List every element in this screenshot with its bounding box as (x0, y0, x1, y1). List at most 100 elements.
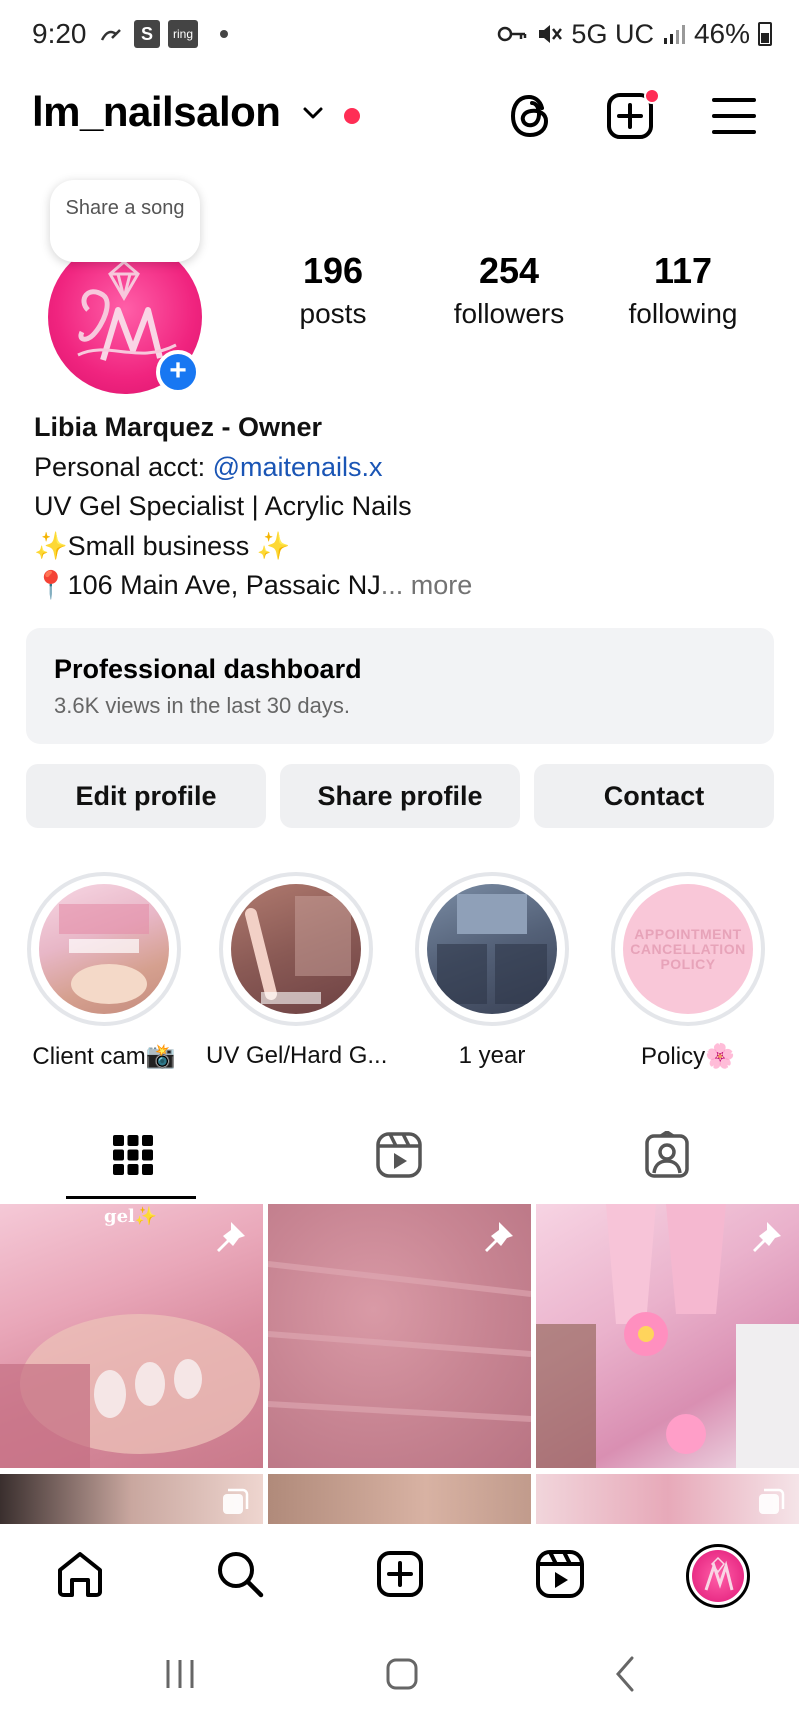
bio-more-link[interactable]: ... more (381, 570, 473, 600)
reels-icon[interactable] (534, 1548, 586, 1600)
status-system-icons: 5G UC 46% (497, 18, 772, 50)
bio-address-text: 📍106 Main Ave, Passaic NJ (34, 570, 381, 600)
pin-icon (485, 1222, 513, 1252)
dashboard-title: Professional dashboard (54, 654, 362, 684)
bio-specialty: UV Gel Specialist | Acrylic Nails (34, 491, 412, 521)
bio-display-name: Libia Marquez - Owner (34, 412, 323, 442)
post-caption-text: gel✨ (104, 1206, 158, 1227)
post-thumbnail[interactable] (536, 1474, 799, 1524)
professional-dashboard[interactable]: Professional dashboard 3.6K views in the… (26, 628, 774, 744)
profile-header: lm_nailsalon (0, 80, 800, 150)
followers-count[interactable]: 254 followers (424, 250, 594, 330)
highlight-label: 1 year (458, 1042, 526, 1069)
anniversary-photo-icon (437, 894, 547, 1004)
share-song-bubble[interactable]: Share a song (50, 180, 200, 262)
carousel-icon (759, 1488, 785, 1514)
s-app-icon: S (134, 20, 160, 48)
battery-percent: 46% (693, 18, 750, 49)
highlight-ring (27, 872, 181, 1026)
carousel-icon (223, 1488, 249, 1514)
followers-count-value: 254 (478, 250, 540, 291)
post-thumbnail[interactable] (268, 1204, 531, 1468)
story-highlight[interactable]: 1 year (402, 872, 582, 1070)
policy-cover-text: APPOINTMENT CANCELLATION POLICY (630, 925, 746, 972)
posts-count[interactable]: 196 posts (248, 250, 418, 330)
share-profile-button[interactable]: Share profile (280, 764, 520, 828)
bio-mention-link[interactable]: @maitenails.x (213, 452, 383, 482)
pin-icon (753, 1222, 781, 1252)
vpn-key-icon (498, 26, 527, 42)
recent-apps-icon[interactable] (158, 1652, 202, 1696)
tagged-person-icon (645, 1131, 689, 1178)
highlight-cover-image (39, 884, 169, 1014)
posts-count-label: posts (299, 298, 367, 329)
active-tab-indicator (66, 1196, 196, 1199)
battery-icon (758, 22, 772, 46)
profile-tab-avatar[interactable] (686, 1544, 750, 1608)
profile-content-tabs (0, 1110, 800, 1200)
highlight-cover-image (427, 884, 557, 1014)
story-highlight[interactable]: UV Gel/Hard G... (206, 872, 388, 1070)
status-bar: 9:20 S ring 5G UC 46% (0, 0, 800, 72)
more-notifications-dot-icon (220, 30, 228, 38)
highlight-cover-image (231, 884, 361, 1014)
following-count-label: following (628, 298, 738, 329)
chevron-down-icon[interactable] (302, 102, 324, 124)
search-icon[interactable] (214, 1548, 266, 1600)
mute-icon (539, 25, 563, 43)
following-count[interactable]: 117 following (598, 250, 768, 330)
avatar (692, 1550, 744, 1602)
tab-reels[interactable] (266, 1110, 532, 1200)
grid-icon (113, 1135, 153, 1175)
following-count-value: 117 (653, 250, 713, 291)
highlight-ring (219, 872, 373, 1026)
signal-icon (663, 25, 685, 44)
home-button-icon[interactable] (380, 1652, 424, 1696)
pin-icon (217, 1222, 245, 1252)
highlight-label: Client cam📸 (32, 1043, 176, 1070)
threads-icon[interactable] (504, 90, 556, 142)
new-post-icon[interactable] (374, 1548, 426, 1600)
username-switcher[interactable]: lm_nailsalon (32, 88, 281, 136)
post-thumbnail[interactable]: gel✨ (0, 1204, 263, 1468)
story-highlight[interactable]: APPOINTMENT CANCELLATION POLICY Policy🌸 (598, 872, 778, 1071)
back-icon[interactable] (604, 1652, 648, 1696)
system-navigation-bar (0, 1626, 800, 1716)
add-story-button[interactable]: + (156, 350, 200, 394)
contact-button[interactable]: Contact (534, 764, 774, 828)
gel-info-photo-icon (245, 896, 351, 1004)
profile-bio: Libia Marquez - Owner Personal acct: @ma… (34, 408, 774, 606)
followers-count-label: followers (453, 298, 565, 329)
ring-app-icon: ring (168, 20, 198, 48)
highlight-label: UV Gel/Hard G... (206, 1042, 388, 1069)
home-icon[interactable] (54, 1548, 106, 1600)
bio-personal-acct-label: Personal acct: (34, 451, 213, 482)
menu-icon[interactable] (708, 90, 760, 142)
account-notification-dot (344, 108, 360, 124)
call-forward-icon (100, 29, 121, 41)
highlight-cover-image: APPOINTMENT CANCELLATION POLICY (623, 884, 753, 1014)
status-time: 9:20 (32, 18, 87, 49)
bio-personal-acct: Personal acct: @maitenails.x (34, 448, 774, 488)
nails-photo-icon (59, 904, 149, 1004)
salon-logo-icon (704, 1556, 734, 1591)
highlight-label: Policy🌸 (641, 1043, 735, 1070)
post-thumbnail[interactable] (536, 1204, 799, 1468)
tab-tagged[interactable] (534, 1110, 800, 1200)
bottom-navigation (0, 1524, 800, 1626)
bio-address: 📍106 Main Ave, Passaic NJ... more (34, 566, 774, 606)
highlight-ring: APPOINTMENT CANCELLATION POLICY (611, 872, 765, 1026)
reels-icon (376, 1132, 422, 1178)
network-type: 5G UC (571, 18, 654, 49)
tab-posts-grid[interactable] (0, 1110, 266, 1200)
story-highlight[interactable]: Client cam📸 (14, 872, 194, 1071)
status-notification-icons: S ring (98, 20, 228, 48)
create-notification-dot (644, 88, 660, 104)
posts-count-value: 196 (302, 250, 364, 291)
edit-profile-button[interactable]: Edit profile (26, 764, 266, 828)
bio-small-business: ✨Small business ✨ (34, 530, 291, 561)
post-thumbnail[interactable] (268, 1474, 531, 1524)
dashboard-subtitle: 3.6K views in the last 30 days. (54, 693, 350, 718)
highlight-ring (415, 872, 569, 1026)
post-thumbnail[interactable] (0, 1474, 263, 1524)
